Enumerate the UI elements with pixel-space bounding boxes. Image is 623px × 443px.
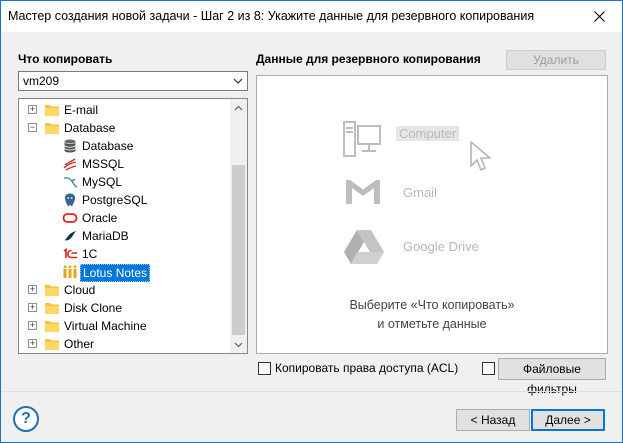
expand-icon[interactable]: + — [28, 321, 37, 330]
tree-item-label: Database — [82, 139, 134, 153]
mariadb-icon — [64, 231, 76, 241]
tree-item-label: PostgreSQL — [82, 193, 148, 207]
tree-item-label: E-mail — [64, 103, 99, 117]
source-tree[interactable]: + E-mail − Database Database MSSQL MySQL… — [18, 98, 248, 354]
tree-item-1c[interactable]: 1C — [19, 245, 231, 263]
next-button[interactable]: Далее > — [531, 409, 605, 431]
hint-line-2: и отметьте данные — [377, 317, 487, 331]
tree-item-label: MySQL — [82, 175, 123, 189]
delete-button[interactable]: Удалить — [506, 50, 606, 70]
tree-item-email[interactable]: + E-mail — [19, 101, 231, 119]
service-label: Google Drive — [403, 239, 479, 254]
tree-item-virtual-machine[interactable]: + Virtual Machine — [19, 317, 231, 335]
tree-item-label: Other — [64, 337, 95, 351]
expand-icon[interactable]: + — [28, 285, 37, 294]
wizard-window: Мастер создания новой задачи - Шаг 2 из … — [0, 0, 623, 443]
computer-icon — [343, 121, 381, 157]
tree-item-label: 1C — [82, 247, 98, 261]
folder-icon — [45, 285, 59, 296]
tree-item-label: Oracle — [82, 211, 118, 225]
acl-checkbox-label[interactable]: Копировать права доступа (ACL) — [275, 361, 458, 375]
database-icon — [64, 139, 76, 153]
back-button[interactable]: < Назад — [456, 409, 530, 431]
mouse-cursor-icon — [470, 141, 491, 171]
folder-icon — [45, 339, 59, 350]
hint-line-1: Выберите «Что копировать» — [349, 298, 515, 312]
what-to-copy-heading: Что копировать — [18, 52, 113, 66]
service-label: Computer — [396, 126, 460, 141]
acl-checkbox[interactable] — [258, 362, 271, 375]
footer-divider — [1, 391, 622, 392]
tree-item-database[interactable]: Database — [19, 137, 231, 155]
tree-scrollbar[interactable] — [230, 99, 247, 353]
scroll-down-button[interactable] — [230, 336, 247, 353]
tree-item-label: Disk Clone — [64, 301, 123, 315]
tree-item-lotus-notes[interactable]: Lotus Notes — [19, 263, 231, 282]
close-icon — [593, 11, 605, 22]
chevron-down-icon — [233, 78, 243, 84]
tree-item-label: Database — [64, 121, 116, 135]
scroll-thumb[interactable] — [232, 165, 245, 335]
source-select-value: vm209 — [23, 74, 60, 88]
tree-item-label: Cloud — [64, 283, 96, 297]
folder-icon — [45, 321, 59, 332]
tree-item-database-folder[interactable]: − Database — [19, 119, 231, 137]
postgresql-icon — [64, 193, 76, 207]
source-select[interactable]: vm209 — [18, 71, 248, 91]
1c-icon — [63, 247, 77, 259]
tree-item-label: Virtual Machine — [64, 319, 147, 333]
mysql-icon — [63, 177, 78, 188]
window-title: Мастер создания новой задачи - Шаг 2 из … — [8, 9, 535, 23]
service-label: Gmail — [403, 185, 437, 200]
collapse-icon[interactable]: − — [28, 123, 37, 132]
tree-item-mysql[interactable]: MySQL — [19, 173, 231, 191]
tree-item-mssql[interactable]: MSSQL — [19, 155, 231, 173]
backup-data-heading: Данные для резервного копирования — [256, 52, 481, 66]
tree-item-other[interactable]: + Other — [19, 335, 231, 353]
gmail-icon — [346, 180, 380, 204]
scroll-up-button[interactable] — [230, 99, 247, 116]
tree-item-label: MSSQL — [82, 157, 125, 171]
file-filters-checkbox[interactable] — [482, 362, 495, 375]
google-drive-icon — [344, 230, 384, 264]
backup-data-panel: Computer Gmail Google Drive Выберите «Чт… — [256, 75, 608, 354]
chevron-down-icon — [234, 342, 243, 347]
tree-item-label: MariaDB — [82, 229, 129, 243]
expand-icon[interactable]: + — [28, 303, 37, 312]
folder-icon — [45, 303, 59, 314]
tree-item-label: Lotus Notes — [80, 264, 151, 282]
oracle-icon — [62, 213, 78, 223]
mssql-icon — [63, 158, 77, 171]
lotus-notes-icon — [63, 265, 77, 278]
chevron-up-icon — [234, 105, 243, 110]
expand-icon[interactable]: + — [28, 339, 37, 348]
folder-icon — [45, 105, 59, 116]
expand-icon[interactable]: + — [28, 105, 37, 114]
tree-item-postgresql[interactable]: PostgreSQL — [19, 191, 231, 209]
title-bar: Мастер создания новой задачи - Шаг 2 из … — [1, 1, 622, 32]
tree-item-disk-clone[interactable]: + Disk Clone — [19, 299, 231, 317]
folder-icon — [45, 123, 59, 134]
file-filters-button[interactable]: Файловые фильтры — [498, 358, 606, 396]
tree-item-oracle[interactable]: Oracle — [19, 209, 231, 227]
help-button[interactable]: ? — [13, 406, 39, 432]
tree-item-mariadb[interactable]: MariaDB — [19, 227, 231, 245]
close-button[interactable] — [576, 1, 622, 32]
tree-item-cloud[interactable]: + Cloud — [19, 281, 231, 299]
